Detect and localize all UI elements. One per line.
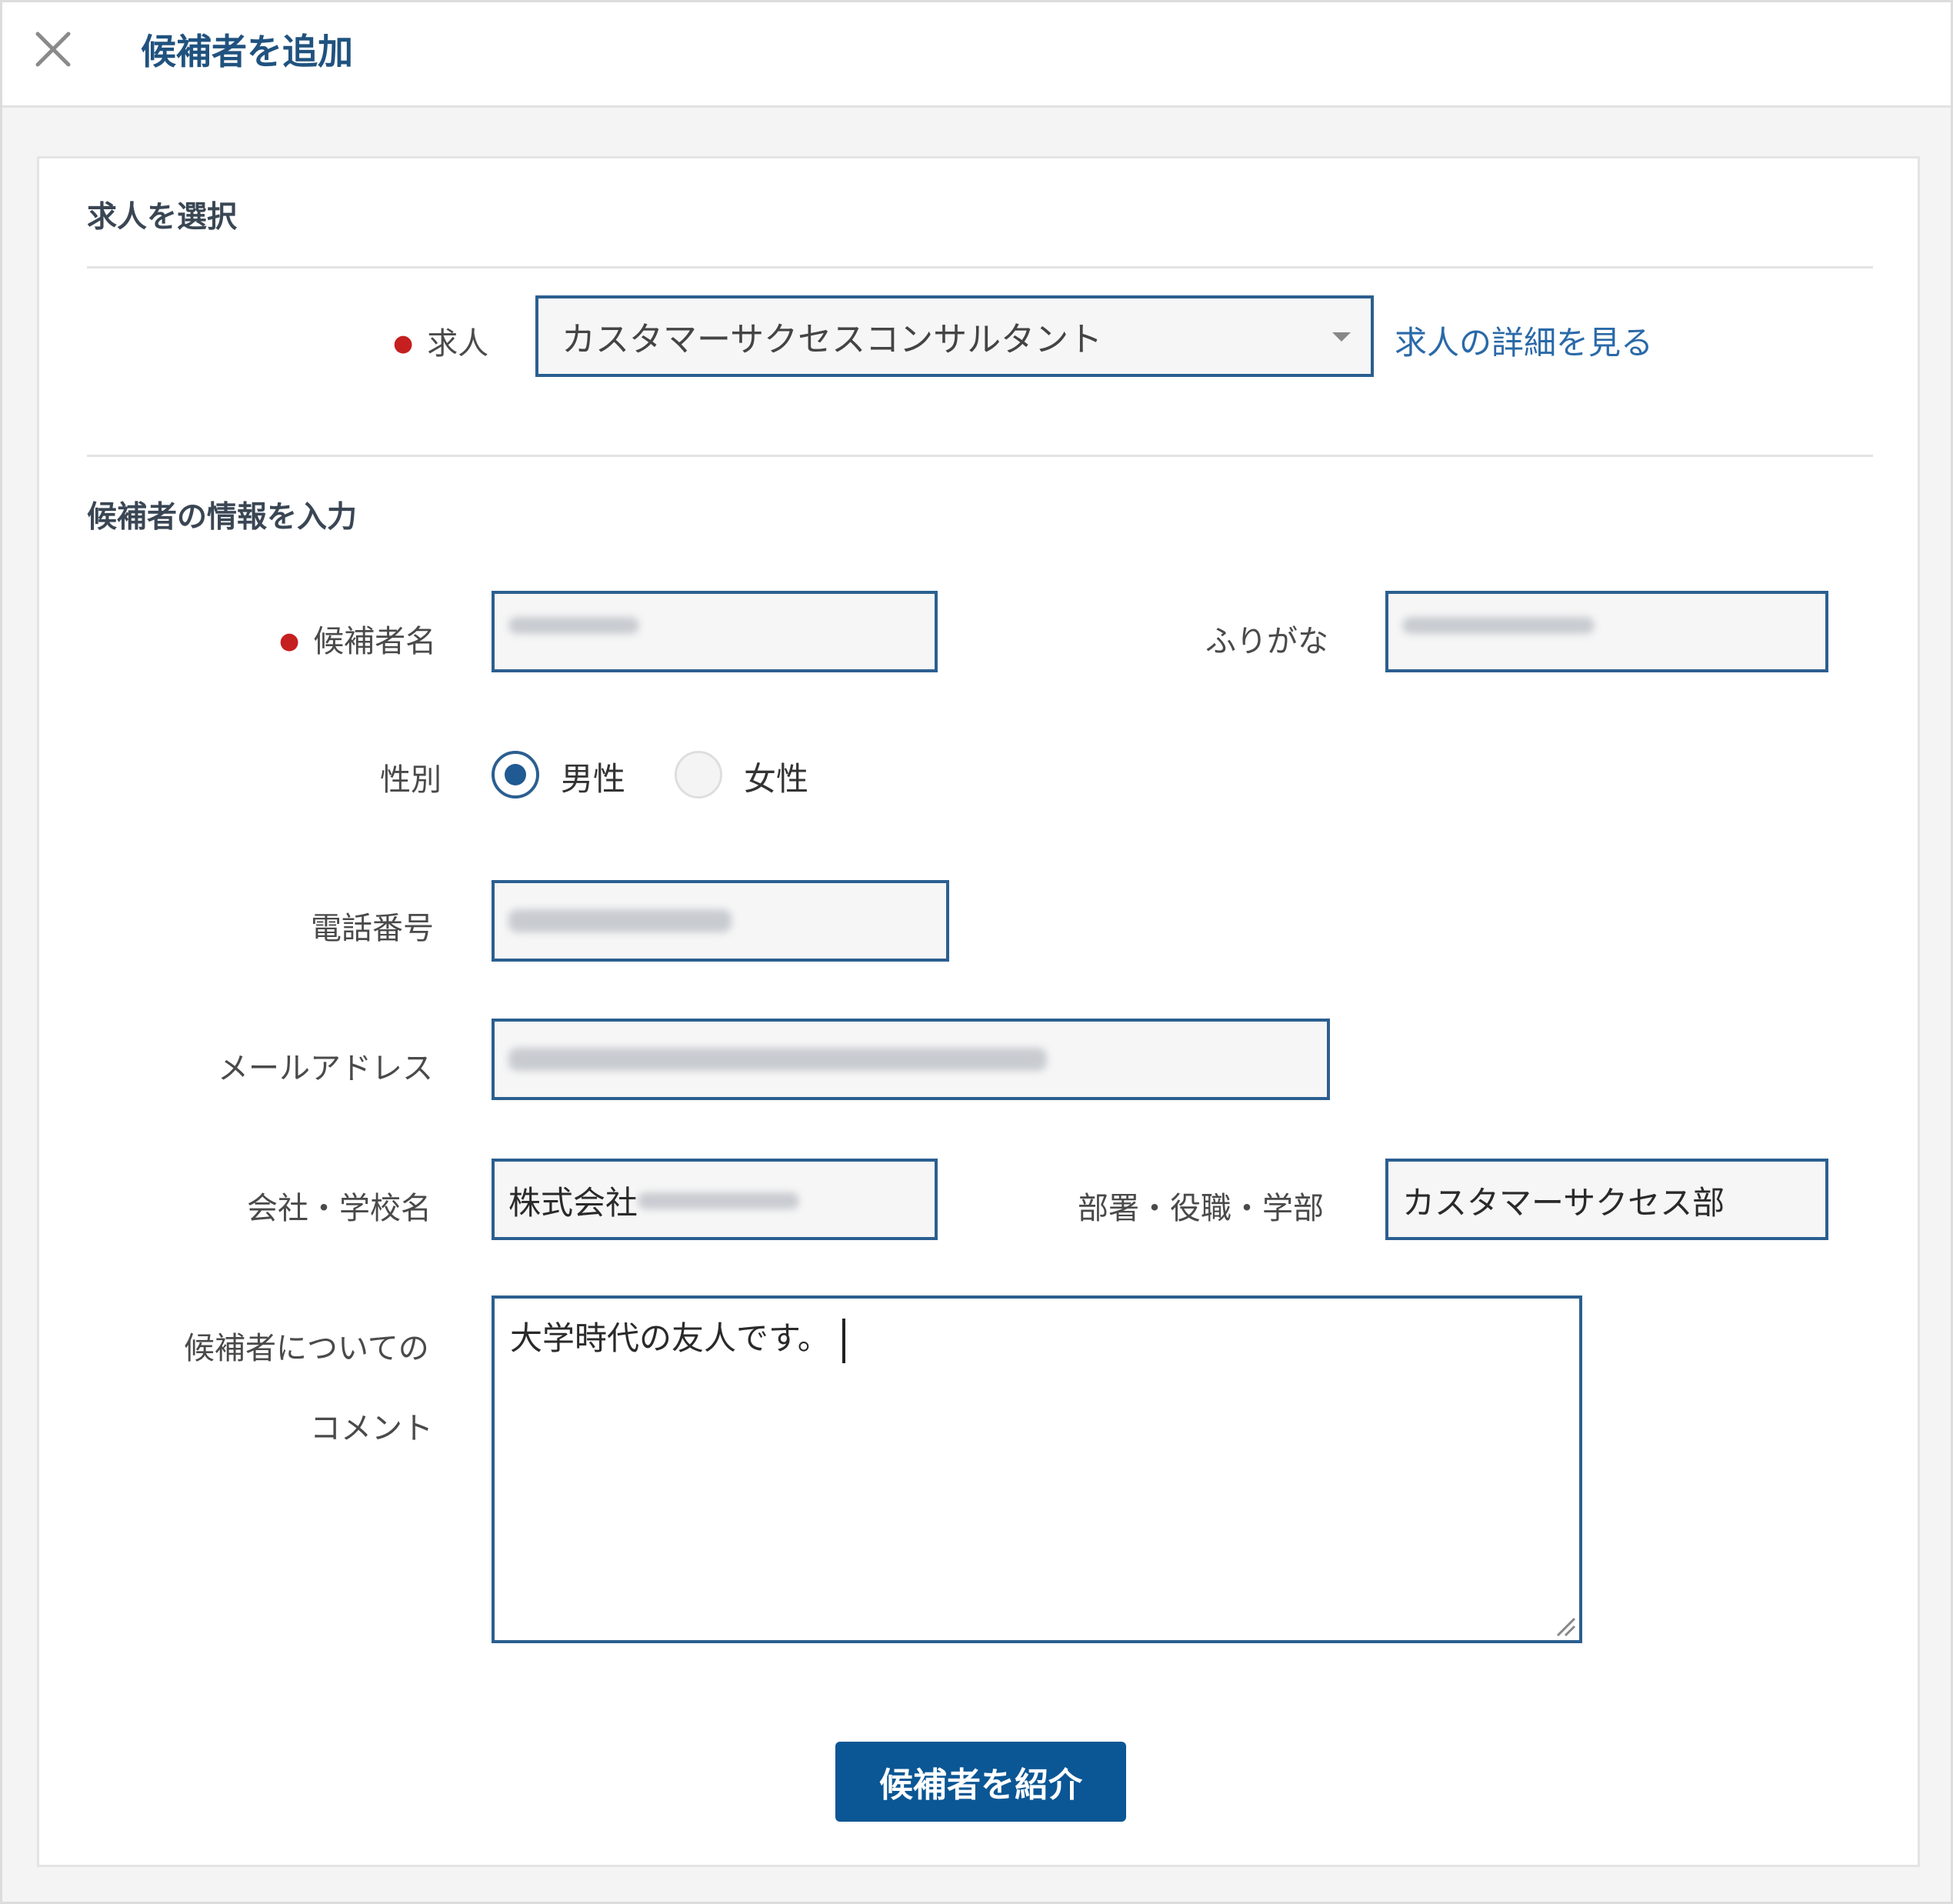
department-value: カスタマーサクセス部 [1402,1184,1725,1222]
comment-label-line1: 候補者についての [184,1331,429,1366]
phone-field[interactable] [492,880,949,962]
job-section-title: 求人を選択 [87,200,238,235]
candidate-name-field[interactable] [492,591,938,672]
divider [87,455,1873,457]
job-select-value: カスタマーサクセスコンサルタント [562,320,1103,359]
email-label: メールアドレス [218,1051,433,1086]
furigana-label: ふりがな [1205,624,1328,659]
gender-female-label[interactable]: 女性 [744,753,808,800]
introduce-candidate-button[interactable]: 候補者を紹介 [835,1742,1126,1822]
redacted-text [508,909,732,932]
job-detail-link[interactable]: 求人の詳細を見る [1395,317,1653,364]
dialog-header: 候補者を追加 [2,2,1951,108]
caret-down-icon [1332,332,1351,342]
redacted-text [638,1192,800,1209]
resize-handle-icon[interactable] [1553,1614,1576,1637]
close-icon[interactable] [25,22,81,77]
furigana-field[interactable] [1385,591,1828,672]
phone-label: 電話番号 [311,911,434,946]
job-select[interactable]: カスタマーサクセスコンサルタント [535,295,1374,377]
department-label: 部署・役職・学部 [1078,1191,1324,1226]
candidate-name-label: ● 候補者名 [279,624,437,659]
email-field[interactable] [492,1019,1330,1100]
gender-label: 性別 [380,762,442,798]
company-field[interactable]: 株式会社 [492,1159,938,1240]
add-candidate-dialog: 候補者を追加 求人を選択 ● 求人 カスタマーサクセスコンサルタント 求人の詳細を… [0,0,1953,1904]
company-value: 株式会社 [508,1184,638,1222]
required-marker: ● [279,628,300,655]
dialog-title: 候補者を追加 [141,31,353,72]
comment-value: 大学時代の友人です。 [510,1319,830,1357]
form-card: 求人を選択 ● 求人 カスタマーサクセスコンサルタント 求人の詳細を見る 候補者の… [37,156,1920,1867]
company-label: 会社・学校名 [247,1191,432,1226]
redacted-text [1402,617,1595,634]
comment-label-line2: コメント [310,1411,433,1446]
job-label: ● 求人 [393,326,489,362]
redacted-text [508,617,639,634]
gender-male-label[interactable]: 男性 [561,753,625,800]
gender-female-radio[interactable] [675,751,722,799]
divider [87,266,1873,268]
text-cursor [842,1318,845,1363]
gender-male-radio[interactable] [492,751,539,799]
required-marker: ● [393,330,414,357]
comment-textarea[interactable]: 大学時代の友人です。 [492,1295,1582,1643]
candidate-section-title: 候補者の情報を入力 [87,500,358,535]
department-field[interactable]: カスタマーサクセス部 [1385,1159,1828,1240]
redacted-text [508,1048,1047,1071]
